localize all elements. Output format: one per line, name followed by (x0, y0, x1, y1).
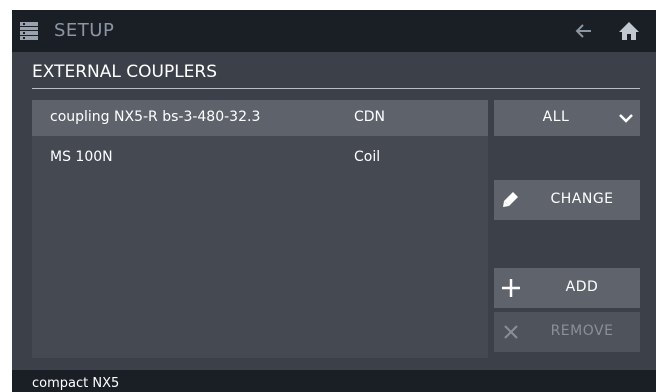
coupler-type: CDN (354, 109, 386, 125)
home-icon[interactable] (618, 20, 640, 42)
add-button[interactable]: ADD (494, 268, 640, 308)
coupler-name: MS 100N (50, 149, 113, 165)
coupler-name: coupling NX5-R bs-3-480-32.3 (50, 109, 261, 125)
title-bar: SETUP (12, 10, 656, 52)
coupler-row-selected[interactable]: coupling NX5-R bs-3-480-32.3 CDN (32, 100, 488, 136)
section-title: EXTERNAL COUPLERS (32, 62, 218, 82)
change-button[interactable]: CHANGE (494, 180, 640, 220)
device-name: compact NX5 (32, 376, 120, 391)
remove-button-label: REMOVE (550, 323, 614, 339)
coupler-row[interactable]: MS 100N Coil (32, 140, 488, 176)
remove-button[interactable]: REMOVE (494, 312, 640, 352)
menu-list-icon[interactable] (20, 22, 38, 40)
coupler-list: coupling NX5-R bs-3-480-32.3 CDN MS 100N… (32, 100, 488, 358)
change-button-label: CHANGE (550, 191, 614, 207)
setup-screen: SETUP EXTERNAL COUPLERS coupling NX5-R b… (12, 10, 656, 392)
back-arrow-icon[interactable] (574, 21, 594, 41)
section-divider (32, 88, 640, 89)
add-button-label: ADD (565, 279, 599, 295)
filter-dropdown[interactable]: ALL (494, 100, 640, 136)
chevron-down-icon (619, 114, 633, 123)
page-title: SETUP (54, 20, 115, 41)
status-bar: compact NX5 (12, 370, 656, 392)
coupler-type: Coil (354, 149, 381, 165)
